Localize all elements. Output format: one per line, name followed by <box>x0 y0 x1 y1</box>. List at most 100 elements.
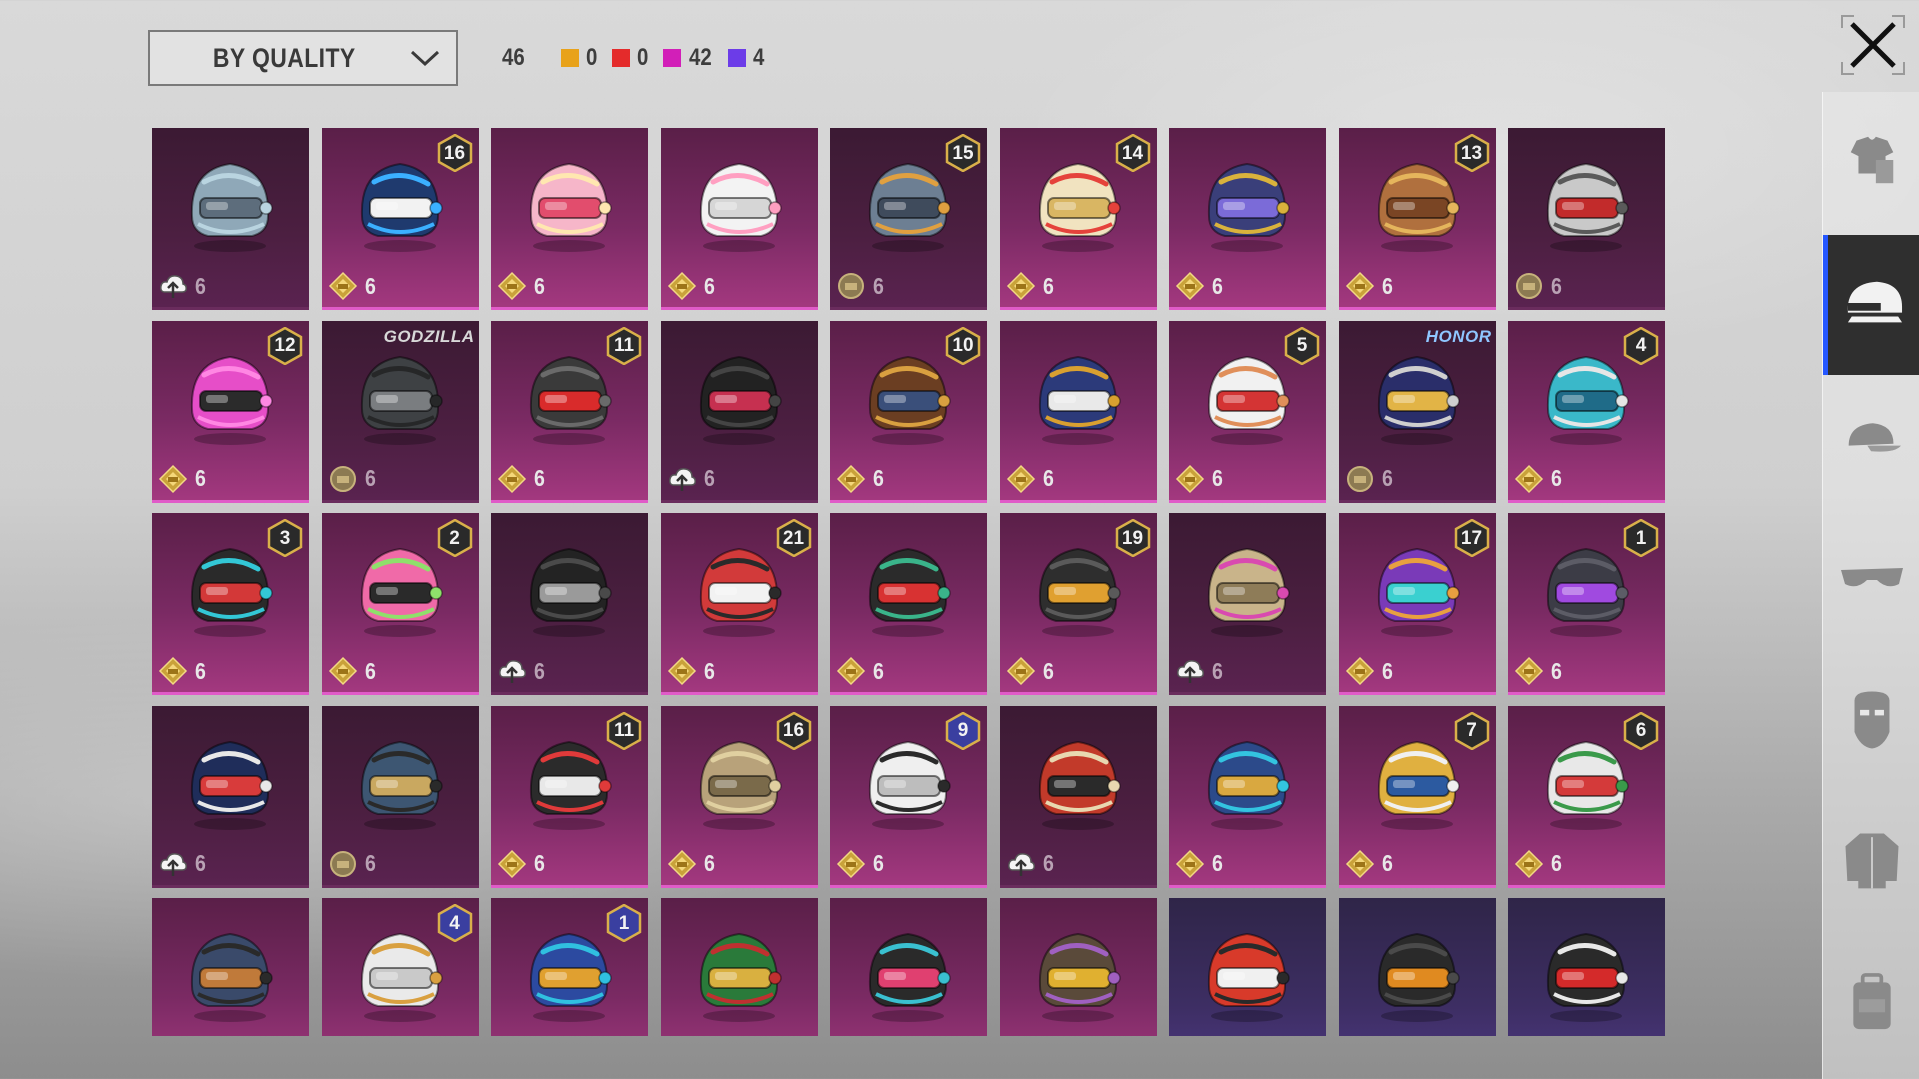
item-footer: 6 <box>1175 656 1224 686</box>
item-card[interactable]: 6 <box>660 898 818 1036</box>
sidebar-item-backpack[interactable] <box>1823 934 1919 1074</box>
quality-swatch <box>728 49 747 67</box>
item-card[interactable]: 2 6 <box>321 513 479 695</box>
item-card[interactable]: 12 6 <box>152 320 309 503</box>
sidebar-item-mask[interactable] <box>1823 652 1919 792</box>
item-card[interactable]: 6 <box>830 513 987 695</box>
sort-dropdown[interactable]: BY QUALITY <box>148 30 458 86</box>
diamond-icon <box>836 464 866 493</box>
item-footer: 6 <box>328 656 377 686</box>
coin-icon <box>1346 465 1373 492</box>
item-footer: 6 <box>1175 849 1224 879</box>
rank-badge-number: 4 <box>449 912 460 934</box>
item-card[interactable]: 4 6 <box>321 898 479 1036</box>
item-card[interactable]: 16 6 <box>321 128 479 310</box>
item-card[interactable]: GODZILLA 6 <box>321 320 479 503</box>
item-card[interactable]: 3 <box>1338 898 1496 1036</box>
item-level: 6 <box>1550 272 1562 299</box>
item-card[interactable]: 6 <box>491 128 648 310</box>
cloud-upload-icon <box>499 660 526 683</box>
item-card[interactable]: 6 <box>152 705 309 888</box>
item-card[interactable]: 3 <box>1508 898 1665 1036</box>
item-card[interactable]: 1 6 <box>491 898 648 1036</box>
helmet-icon <box>1377 355 1460 445</box>
item-card[interactable]: 5 6 <box>1169 320 1326 503</box>
item-card[interactable]: 1 6 <box>1508 513 1665 695</box>
item-card[interactable]: 6 <box>152 128 309 310</box>
sidebar-item-cap[interactable] <box>1823 372 1919 512</box>
mask-icon <box>1849 687 1895 758</box>
item-card[interactable]: 14 6 <box>999 128 1157 310</box>
item-card[interactable]: 6 <box>321 705 479 888</box>
item-footer: 6 <box>667 849 716 879</box>
rank-badge: 19 <box>1115 518 1151 558</box>
rank-badge-number: 16 <box>782 720 805 741</box>
item-card[interactable]: 19 6 <box>999 513 1157 695</box>
item-card[interactable]: 3 <box>1169 898 1326 1036</box>
item-footer: 6 <box>1514 656 1563 686</box>
item-card[interactable]: 6 <box>152 898 309 1036</box>
quality-counts: 46 0 0 42 4 <box>500 40 779 76</box>
item-card[interactable]: 6 <box>830 898 987 1036</box>
rank-badge: 6 <box>1623 711 1659 750</box>
sidebar-item-jacket[interactable] <box>1823 792 1919 932</box>
item-footer: 6 <box>836 464 885 494</box>
item-card[interactable]: 15 6 <box>830 128 987 310</box>
item-card[interactable]: 6 <box>491 513 648 695</box>
item-level: 6 <box>1381 465 1393 491</box>
item-card[interactable]: 6 <box>660 128 818 310</box>
helmet-icon <box>699 932 782 1022</box>
item-card[interactable]: HONOR 6 <box>1338 320 1496 503</box>
item-card[interactable]: 3 6 <box>152 513 309 695</box>
item-card[interactable]: 9 6 <box>830 705 987 888</box>
sidebar-item-glasses[interactable] <box>1823 510 1919 650</box>
diamond-icon <box>1175 464 1205 493</box>
item-footer: 6 <box>158 656 207 686</box>
close-button[interactable] <box>1840 14 1906 76</box>
helmet-icon <box>1207 547 1290 637</box>
diamond-icon <box>836 849 866 878</box>
item-card[interactable]: 4 6 <box>1508 320 1665 503</box>
item-footer: 6 <box>836 656 885 686</box>
rank-badge-number: 1 <box>1635 527 1647 549</box>
item-level: 6 <box>533 850 545 876</box>
sidebar-item-outfit[interactable] <box>1823 92 1919 232</box>
item-card[interactable]: 6 <box>660 320 818 503</box>
item-card[interactable]: 13 6 <box>1338 128 1496 310</box>
item-level: 6 <box>1211 657 1223 684</box>
item-card[interactable]: 6 <box>1169 513 1326 695</box>
item-card[interactable]: 6 <box>999 320 1157 503</box>
item-level: 6 <box>1550 465 1562 491</box>
item-level: 6 <box>194 850 206 876</box>
sort-dropdown-label: BY QUALITY <box>212 42 356 73</box>
item-card[interactable]: 6 <box>1508 128 1665 310</box>
item-level: 6 <box>703 272 715 299</box>
item-card[interactable]: 11 6 <box>491 705 648 888</box>
helmet-icon <box>868 932 951 1022</box>
item-card[interactable]: 21 6 <box>660 513 818 695</box>
item-card[interactable]: 10 6 <box>830 320 987 503</box>
item-card[interactable]: 6 <box>1169 128 1326 310</box>
cap-icon <box>1839 412 1905 473</box>
item-card[interactable]: 6 <box>999 705 1157 888</box>
item-card[interactable]: 17 6 <box>1338 513 1496 695</box>
item-card[interactable]: 6 <box>999 898 1157 1036</box>
diamond-icon <box>1345 271 1374 301</box>
diamond-icon <box>328 656 357 686</box>
item-card[interactable]: 6 <box>1169 705 1326 888</box>
rank-badge-number: 4 <box>1635 335 1647 356</box>
helmet-icon <box>529 547 612 637</box>
item-card[interactable]: 16 6 <box>660 705 818 888</box>
jacket-icon <box>1840 828 1904 897</box>
item-level: 6 <box>194 272 206 299</box>
helmet-icon <box>1840 274 1908 337</box>
item-card[interactable]: 7 6 <box>1338 705 1496 888</box>
rank-badge-number: 2 <box>449 527 460 549</box>
diamond-icon <box>497 464 527 493</box>
item-footer: 6 <box>328 849 377 879</box>
rank-badge: 15 <box>945 133 981 173</box>
item-card[interactable]: 11 6 <box>491 320 648 503</box>
item-card[interactable]: 6 6 <box>1508 705 1665 888</box>
sidebar-item-helmet[interactable] <box>1823 235 1919 375</box>
quality-swatch <box>612 49 631 67</box>
